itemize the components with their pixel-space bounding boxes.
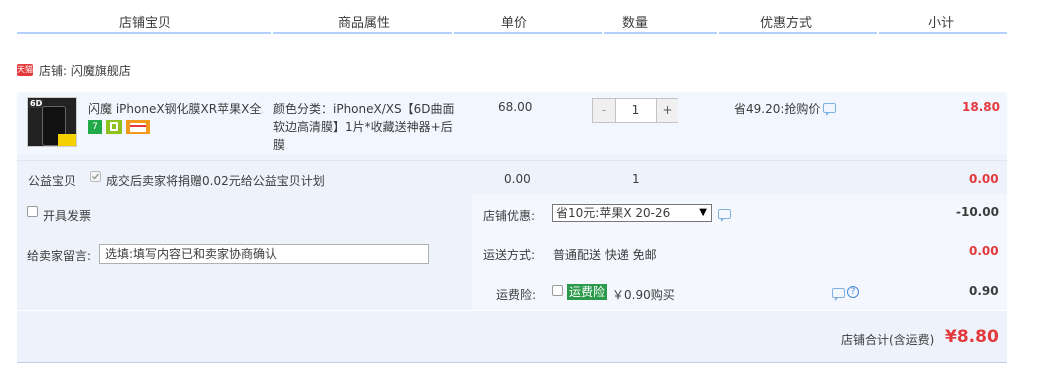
- tmall-icon: 天猫: [17, 64, 33, 76]
- shield-icon: [106, 120, 122, 134]
- charity-subtotal: 0.00: [969, 172, 999, 186]
- chat-bubble-icon[interactable]: [718, 209, 731, 222]
- charity-checkbox: [90, 171, 101, 182]
- col-header-item: 店铺宝贝: [119, 16, 172, 31]
- message-label: 给卖家留言:: [27, 249, 92, 263]
- insurance-tag: 运费险: [567, 284, 608, 300]
- shop-discount-select[interactable]: 省10元:苹果X 20-26 ▼: [552, 204, 712, 222]
- help-icon[interactable]: ?: [847, 286, 859, 298]
- charity-description: 成交后卖家将捐赠0.02元给公益宝贝计划: [106, 174, 325, 188]
- thumb-badge: [58, 134, 76, 146]
- shop-discount-label: 店铺优惠:: [483, 209, 536, 223]
- discount-text: 省49.20:抢购价: [734, 102, 821, 116]
- shop-total-label: 店铺合计(含运费): [841, 333, 935, 347]
- shop-total-value: ¥8.80: [945, 327, 999, 347]
- insurance-label: 运费险:: [496, 288, 537, 302]
- product-properties: 颜色分类：iPhoneX/XS【6D曲面软边高清膜】1片*收藏送神器+后膜: [273, 102, 455, 152]
- row-divider: [17, 160, 1007, 161]
- item-subtotal: 18.80: [962, 100, 1000, 114]
- shipping-amount: 0.00: [969, 244, 999, 258]
- chat-bubble-icon[interactable]: [832, 288, 845, 301]
- insurance-checkbox[interactable]: [552, 285, 563, 296]
- invoice-label: 开具发票: [43, 209, 92, 223]
- shop-name[interactable]: 店铺: 闪魔旗舰店: [39, 62, 131, 79]
- col-header-subtotal: 小计: [928, 16, 955, 31]
- col-header-price: 单价: [501, 16, 528, 31]
- seven-day-return-icon: 7: [88, 120, 102, 134]
- product-title[interactable]: 闪魔 iPhoneX钢化膜XR苹果X全…: [88, 100, 263, 117]
- shipping-label: 运送方式:: [483, 248, 536, 262]
- insurance-price-text: ￥0.90购买: [612, 288, 675, 302]
- col-header-props: 商品属性: [338, 16, 391, 31]
- shipping-method: 普通配送 快递 免邮: [553, 248, 657, 262]
- message-to-seller-input[interactable]: 选填:填写内容已和卖家协商确认: [99, 244, 429, 264]
- footer-divider: [17, 362, 1007, 363]
- insurance-amount: 0.90: [969, 284, 999, 298]
- charity-price: 0.00: [504, 172, 531, 186]
- chat-bubble-icon[interactable]: [823, 103, 836, 116]
- quantity-input[interactable]: 1: [616, 99, 655, 122]
- decrease-quantity-button[interactable]: -: [593, 99, 616, 122]
- increase-quantity-button[interactable]: +: [656, 99, 678, 122]
- charity-label: 公益宝贝: [28, 174, 77, 188]
- credit-card-icon: [126, 120, 150, 134]
- header-underline: [17, 32, 1007, 34]
- shop-discount-amount: -10.00: [956, 205, 999, 219]
- thumb-6d-tag: 6D: [29, 99, 44, 108]
- quantity-stepper[interactable]: - 1 +: [592, 98, 678, 123]
- shop-discount-value: 省10元:苹果X 20-26: [556, 206, 671, 220]
- col-header-discount: 优惠方式: [760, 16, 813, 31]
- invoice-checkbox[interactable]: [27, 206, 38, 217]
- dropdown-arrow-icon: ▼: [699, 207, 707, 218]
- unit-price: 68.00: [498, 100, 533, 114]
- charity-quantity: 1: [632, 172, 640, 186]
- col-header-qty: 数量: [622, 16, 649, 31]
- product-thumbnail[interactable]: 6D: [27, 97, 77, 147]
